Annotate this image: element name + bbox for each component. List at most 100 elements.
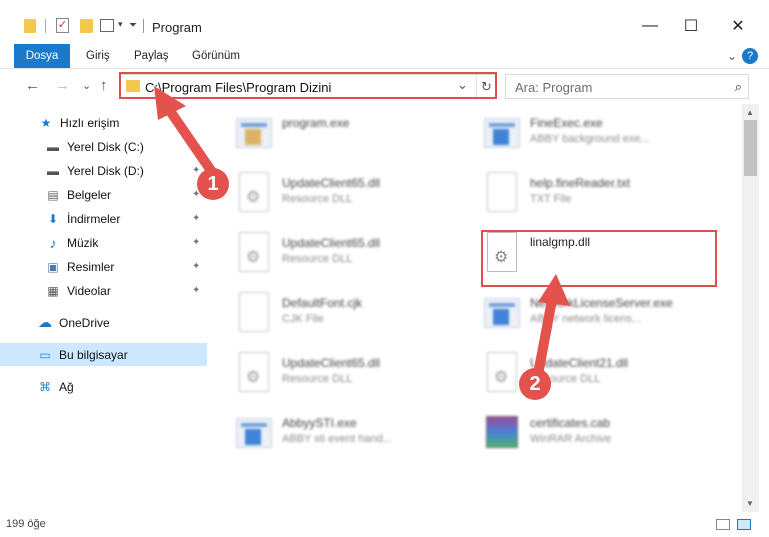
exe-icon [484,292,520,334]
file-description: Resource DLL [282,193,353,205]
sidebar-item-documents[interactable]: ▤ Belgeler ✦ [0,183,207,206]
details-view-icon[interactable] [716,519,730,530]
file-description: CJK File [282,313,324,325]
sidebar-item-label: Hızlı erişim [60,115,120,130]
sidebar-item-label: İndirmeler [67,211,121,226]
file-description: TXT File [530,193,572,205]
file-tile[interactable]: ⚙ UpdateClient65.dll Resource DLL [236,172,476,230]
file-tile[interactable]: certificates.cab WinRAR Archive [484,412,724,470]
exe-icon [236,112,272,154]
file-tile[interactable]: DefaultFont.cjk CJK File [236,292,476,350]
sidebar-item-downloads[interactable]: ⬇ İndirmeler ✦ [0,207,207,230]
sidebar-item-label: Yerel Disk (C:) [67,139,144,154]
file-name: program.exe [282,116,350,130]
tab-home[interactable]: Giriş [80,44,116,68]
tab-share[interactable]: Paylaş [128,44,175,68]
video-icon: ▦ [47,283,59,298]
sidebar-item-label: Belgeler [67,187,112,202]
title-separator [143,19,144,33]
file-description: Resource DLL [282,373,353,385]
search-box[interactable]: Ara: Program ⌕ [505,74,749,99]
sidebar-item-videos[interactable]: ▦ Videolar ✦ [0,279,207,302]
music-icon: ♪ [49,234,57,251]
computer-icon: ▭ [39,347,51,362]
sidebar-item-label: Yerel Disk (D:) [67,163,144,178]
sidebar-item-label: Resimler [67,259,115,274]
status-bar: 199 öğe [0,512,769,537]
file-name: UpdateClient65.dll [282,176,381,190]
properties-icon[interactable]: ✓ [56,18,69,33]
address-highlight [119,72,497,99]
ribbon-expand-icon[interactable]: ⌄ [721,44,743,68]
forward-button[interactable]: → [55,77,70,94]
tab-file[interactable]: Dosya [14,44,70,68]
file-tile[interactable]: FineExec.exe ABBY background exe... [484,112,724,170]
title-bar: ✓ ▾ ⏷ Program — ☐ ✕ [0,0,769,44]
search-icon[interactable]: ⌕ [735,79,742,95]
documents-icon: ▤ [47,187,59,202]
file-description: ABBY network licens... [530,313,642,325]
file-tile[interactable]: AbbyySTI.exe ABBY sti event hand... [236,412,476,470]
quick-access-toolbar-icon[interactable]: ⏷ [129,20,137,38]
file-name: certificates.cab [530,416,611,430]
sidebar-item-label: Müzik [67,235,99,250]
vertical-scrollbar[interactable]: ▲ ▼ [742,104,759,512]
sidebar-item-label: Videolar [67,283,111,298]
file-description: WinRAR Archive [530,433,612,445]
sidebar-item-pictures[interactable]: ▣ Resimler ✦ [0,255,207,278]
download-icon: ⬇ [47,211,59,226]
back-button[interactable]: ← [25,77,40,94]
divider [45,19,46,33]
sidebar-item-this-pc[interactable]: ▭ Bu bilgisayar [0,343,207,366]
file-name: UpdateClient21.dll [530,356,629,370]
network-icon: ⌘ [39,379,51,394]
close-button[interactable]: ✕ [715,8,761,44]
file-name: FineExec.exe [530,116,603,130]
recent-locations-button[interactable]: ⌄ [82,79,91,92]
file-tile[interactable]: ⚙ UpdateClient65.dll Resource DLL [236,232,476,290]
sidebar-item-quick-access[interactable]: ★ Hızlı erişim [0,111,207,134]
folder-icon [24,19,36,33]
txt-icon [484,172,520,214]
pin-icon[interactable]: ✦ [192,213,200,224]
scroll-up-icon[interactable]: ▲ [746,108,754,117]
sidebar-item-onedrive[interactable]: ☁ OneDrive [0,311,207,334]
tab-view[interactable]: Görünüm [186,44,246,68]
dll-icon: ⚙ [236,232,272,274]
sidebar-item-label: Bu bilgisayar [59,347,128,362]
pin-icon[interactable]: ✦ [192,285,200,296]
file-list: program.exe FineExec.exe ABBY background… [209,104,742,512]
search-input[interactable]: Ara: Program [515,80,592,95]
sidebar-item-local-disk-c[interactable]: ▬ Yerel Disk (C:) ✦ [0,135,207,158]
pin-icon[interactable]: ✦ [192,237,200,248]
file-name: NetworkLicenseServer.exe [530,296,673,310]
customize-dropdown-icon[interactable]: ▾ [118,19,123,37]
maximize-button[interactable]: ☐ [668,8,714,44]
file-tile[interactable]: help.fineReader.txt TXT File [484,172,724,230]
sidebar-item-network[interactable]: ⌘ Ağ [0,375,207,398]
file-description: ABBY background exe... [530,133,650,145]
minimize-button[interactable]: — [627,8,673,44]
file-icon [236,292,272,334]
step-1-badge: 1 [197,168,229,200]
file-name: AbbyySTI.exe [282,416,357,430]
scrollbar-thumb[interactable] [744,120,757,176]
file-tile[interactable]: ⚙ UpdateClient65.dll Resource DLL [236,352,476,410]
file-tile[interactable]: program.exe [236,112,476,170]
drive-icon: ▬ [47,163,59,178]
up-button[interactable]: ↑ [100,77,108,94]
help-icon[interactable]: ? [742,48,758,64]
file-tile[interactable]: NetworkLicenseServer.exe ABBY network li… [484,292,724,350]
large-icons-view-icon[interactable] [737,519,751,530]
star-icon: ★ [40,115,52,130]
scroll-down-icon[interactable]: ▼ [746,499,754,508]
exe-icon [484,112,520,154]
pin-icon[interactable]: ✦ [192,261,200,272]
ribbon-tabs: Dosya Giriş Paylaş Görünüm ⌄ ? [0,44,769,68]
sidebar-item-local-disk-d[interactable]: ▬ Yerel Disk (D:) ✦ [0,159,207,182]
new-folder-icon[interactable] [80,19,93,33]
sidebar-item-music[interactable]: ♪ Müzik ✦ [0,231,207,254]
pin-icon[interactable]: ✦ [192,141,200,152]
file-name: UpdateClient65.dll [282,356,381,370]
view-icon[interactable] [100,19,114,32]
